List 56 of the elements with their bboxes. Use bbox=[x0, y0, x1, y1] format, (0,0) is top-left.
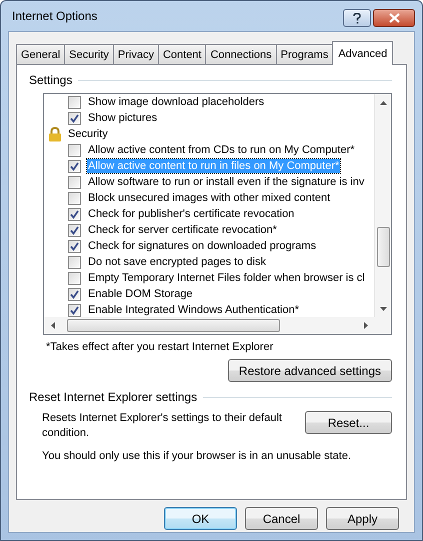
group-heading: Reset Internet Explorer settings bbox=[29, 390, 198, 404]
scroll-thumb[interactable] bbox=[376, 227, 390, 267]
setting-label[interactable]: Allow software to run or install even if the signature is inv bbox=[87, 175, 366, 189]
setting-label[interactable]: Allow active content from CDs to run on My Computer* bbox=[87, 143, 356, 157]
reset-description: Resets Internet Explorer's settings to their default condition. bbox=[42, 411, 283, 441]
vertical-scrollbar[interactable] bbox=[374, 94, 391, 317]
scroll-thumb[interactable] bbox=[67, 319, 280, 332]
lock-icon bbox=[48, 126, 62, 142]
reset-button[interactable]: Reset... bbox=[305, 411, 392, 434]
checkbox[interactable] bbox=[68, 208, 81, 220]
setting-label[interactable]: Check for publisher's certificate revocation bbox=[87, 207, 296, 221]
right-arrow-icon bbox=[364, 322, 368, 329]
setting-label[interactable]: Enable Integrated Windows Authentication* bbox=[87, 303, 300, 317]
setting-label[interactable]: Check for signatures on downloaded programs bbox=[87, 239, 318, 253]
setting-label[interactable]: Do not save encrypted pages to disk bbox=[87, 255, 267, 269]
checkbox[interactable] bbox=[68, 304, 81, 316]
setting-label[interactable]: Show pictures bbox=[87, 111, 158, 125]
checkbox[interactable] bbox=[68, 240, 81, 252]
dialog-button[interactable]: OK bbox=[164, 507, 237, 530]
checkbox[interactable] bbox=[68, 112, 81, 124]
tab[interactable]: Privacy bbox=[112, 44, 159, 64]
up-arrow-icon bbox=[380, 100, 386, 104]
tab[interactable]: Advanced bbox=[332, 41, 394, 65]
checkbox[interactable] bbox=[68, 96, 81, 108]
help-button[interactable] bbox=[343, 9, 371, 27]
checkbox[interactable] bbox=[68, 192, 81, 204]
left-arrow-icon bbox=[50, 322, 54, 329]
checkbox[interactable] bbox=[68, 176, 81, 188]
checkbox[interactable] bbox=[68, 288, 81, 300]
help-icon bbox=[353, 12, 361, 24]
reset-warning: You should only use this if your browser is in an unusable state. bbox=[42, 450, 352, 462]
close-icon bbox=[388, 13, 400, 23]
setting-label[interactable]: Check for server certificate revocation* bbox=[87, 223, 278, 237]
checkbox[interactable] bbox=[68, 160, 81, 172]
setting-label[interactable]: Show image download placeholders bbox=[87, 95, 266, 109]
restore-button[interactable]: Restore advanced settings bbox=[228, 359, 392, 382]
setting-label[interactable]: Block unsecured images with other mixed content bbox=[87, 191, 332, 205]
tab[interactable]: Connections bbox=[205, 44, 277, 64]
tab[interactable]: Content bbox=[158, 44, 206, 64]
setting-label[interactable]: Empty Temporary Internet Files folder when browser is cl bbox=[87, 271, 366, 285]
checkbox[interactable] bbox=[68, 144, 81, 156]
group-heading: Settings bbox=[29, 73, 72, 87]
window-title: Internet Options bbox=[11, 9, 98, 23]
checkbox[interactable] bbox=[68, 272, 81, 284]
dialog-button[interactable]: Apply bbox=[326, 507, 399, 530]
close-button[interactable] bbox=[373, 9, 415, 27]
checkbox[interactable] bbox=[68, 256, 81, 268]
tab[interactable]: Security bbox=[64, 44, 114, 64]
tab[interactable]: General bbox=[16, 44, 66, 64]
checkbox[interactable] bbox=[68, 224, 81, 236]
setting-label[interactable]: Enable DOM Storage bbox=[87, 287, 194, 301]
down-arrow-icon bbox=[380, 306, 386, 310]
restart-note: *Takes effect after you restart Internet Explorer bbox=[46, 341, 274, 353]
category-label: Security bbox=[68, 128, 108, 140]
dialog-button[interactable]: Cancel bbox=[245, 507, 318, 530]
tab[interactable]: Programs bbox=[276, 44, 334, 64]
